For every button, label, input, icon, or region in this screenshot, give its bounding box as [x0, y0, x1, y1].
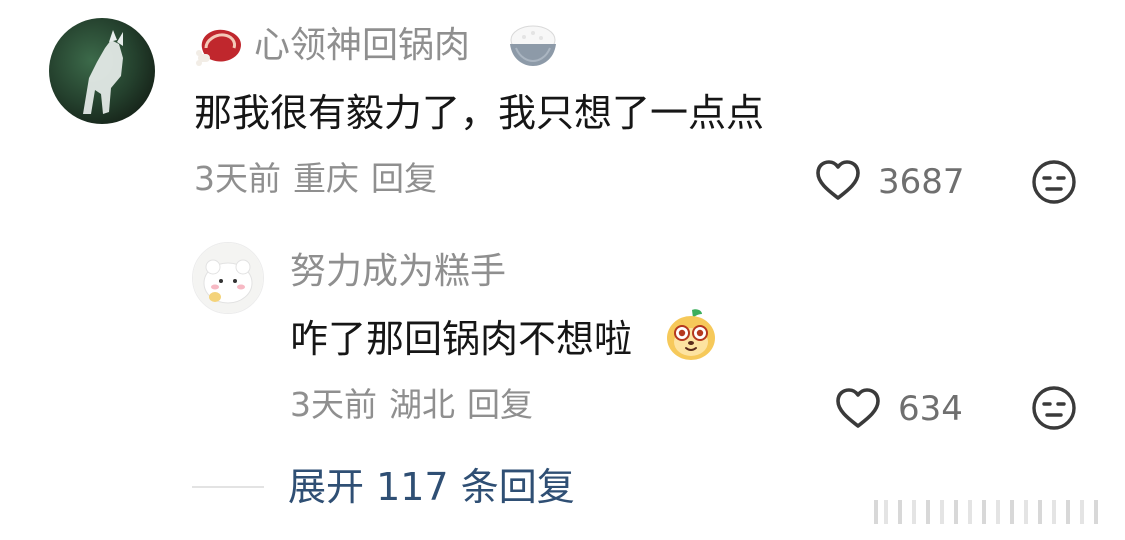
comment-username[interactable]: 心领神回锅肉 — [254, 28, 470, 64]
comment-meta: 3天前 重庆 回复 — [194, 162, 449, 195]
comment-text: 那我很有毅力了，我只想了一点点 — [194, 91, 765, 135]
reply-location: 湖北 — [389, 385, 455, 424]
steak-emoji — [196, 22, 246, 70]
comment-reply-button[interactable]: 回复 — [371, 159, 437, 198]
comment-time: 3天前 — [194, 159, 281, 198]
dog-face-emoji — [664, 306, 718, 362]
rice-bowl-emoji — [506, 20, 560, 70]
heart-outline-icon[interactable] — [834, 386, 882, 430]
neutral-face-icon[interactable] — [1030, 158, 1078, 206]
reply-text: 咋了那回锅肉不想啦 — [290, 317, 633, 361]
expand-divider — [192, 486, 264, 488]
avatar[interactable] — [49, 18, 155, 124]
reply-reply-button[interactable]: 回复 — [467, 385, 533, 424]
reply-time: 3天前 — [290, 385, 377, 424]
comment-like-count: 3687 — [878, 162, 965, 202]
reply-username[interactable]: 努力成为糕手 — [290, 254, 506, 290]
watermark — [868, 496, 1118, 528]
comment-location: 重庆 — [293, 159, 359, 198]
expand-replies-button[interactable]: 展开 117 条回复 — [288, 468, 575, 506]
reply-like-count: 634 — [898, 389, 963, 429]
reply-avatar[interactable] — [192, 242, 264, 314]
neutral-face-icon[interactable] — [1030, 384, 1078, 432]
heart-outline-icon[interactable] — [814, 158, 862, 202]
reply-meta: 3天前 湖北 回复 — [290, 388, 545, 421]
